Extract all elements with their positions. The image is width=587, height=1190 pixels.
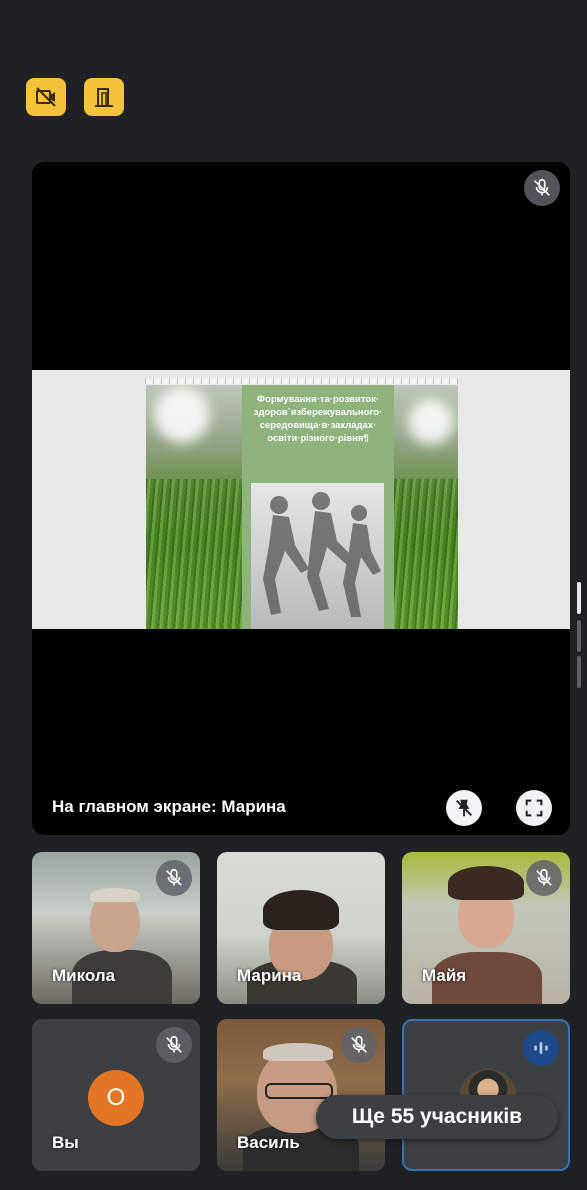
camera-off-button[interactable] — [26, 78, 66, 116]
leave-room-button[interactable] — [84, 78, 124, 116]
participant-name: Василь — [237, 1133, 300, 1152]
mic-off-icon — [166, 868, 182, 886]
top-bar — [0, 0, 587, 150]
participant-name: Микола — [52, 966, 116, 985]
door-icon — [95, 88, 113, 107]
mic-off-indicator — [341, 1027, 377, 1063]
scrollbar-track-segment — [577, 620, 581, 652]
glasses-icon — [265, 1083, 333, 1099]
runners-illustration — [251, 483, 384, 629]
document-title: Формування·та·розвиток· здоров`язбережув… — [242, 385, 394, 445]
audio-level-icon — [534, 1042, 548, 1054]
participant-tile-maryna[interactable]: Марина — [217, 852, 385, 1004]
bokeh-light — [154, 387, 210, 443]
document-page: Формування·та·розвиток· здоров`язбережув… — [146, 385, 458, 629]
participant-name: Майя — [422, 966, 467, 985]
avatar: О — [88, 1070, 144, 1126]
participant-name: Марина — [237, 966, 302, 985]
mic-off-icon — [536, 868, 552, 886]
participant-tile-self[interactable]: О Вы — [32, 1019, 200, 1171]
runners-image — [263, 492, 381, 617]
mic-off-icon — [166, 1035, 182, 1053]
shared-document: Формування·та·розвиток· здоров`язбережув… — [32, 370, 570, 629]
scrollbar-thumb[interactable] — [577, 582, 581, 614]
more-participants-button[interactable]: Ще 55 учасників — [316, 1095, 558, 1139]
mic-off-indicator — [156, 860, 192, 896]
person-hair — [263, 1043, 333, 1061]
fullscreen-button[interactable] — [516, 790, 552, 826]
document-ruler — [145, 379, 458, 384]
mic-off-icon — [351, 1035, 367, 1053]
main-stage-mic-off — [524, 170, 560, 206]
bokeh-light — [408, 399, 454, 445]
document-title-text: Формування·та·розвиток· здоров`язбережув… — [253, 394, 383, 445]
scrollbar-track-segment — [577, 656, 581, 688]
main-stage-label: На главном экране: Марина — [52, 797, 286, 816]
unpin-icon — [456, 799, 472, 817]
person-hair — [90, 888, 140, 902]
participant-tile-mykola[interactable]: Микола — [32, 852, 200, 1004]
person-hair — [263, 890, 339, 930]
speaking-indicator — [523, 1030, 559, 1066]
fullscreen-icon — [525, 799, 543, 817]
main-stage[interactable]: Формування·та·розвиток· здоров`язбережув… — [32, 162, 570, 835]
unpin-button[interactable] — [446, 790, 482, 826]
person-hair — [448, 866, 524, 900]
mic-off-indicator — [526, 860, 562, 896]
mic-off-indicator — [156, 1027, 192, 1063]
video-off-icon — [36, 87, 56, 107]
participant-name: Вы — [52, 1133, 79, 1152]
mic-off-icon — [534, 178, 550, 196]
participant-tile-maiia[interactable]: Майя — [402, 852, 570, 1004]
